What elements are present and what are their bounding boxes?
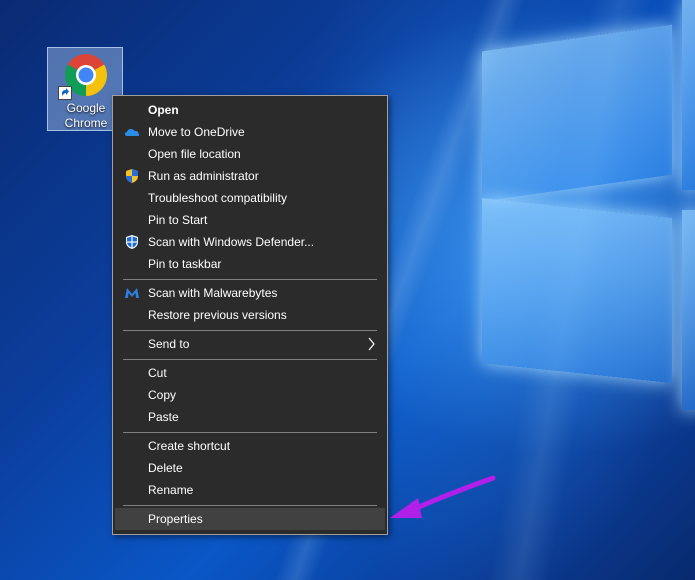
annotation-arrow-icon [390, 475, 496, 518]
menu-item-open[interactable]: Open [115, 99, 385, 121]
menu-item-label: Properties [148, 512, 203, 526]
uac-shield-icon [126, 169, 138, 183]
menu-item-move-to-onedrive[interactable]: Move to OneDrive [115, 121, 385, 143]
menu-item-label: Delete [148, 461, 183, 475]
window-pane [682, 0, 695, 190]
menu-item-properties[interactable]: Properties [115, 508, 385, 530]
onedrive-cloud-icon [125, 129, 140, 136]
menu-item-copy[interactable]: Copy [115, 384, 385, 406]
menu-item-label: Rename [148, 483, 194, 497]
menu-item-label: Cut [148, 366, 167, 380]
menu-item-cut[interactable]: Cut [115, 362, 385, 384]
menu-separator [123, 359, 377, 360]
menu-item-label: Scan with Windows Defender... [148, 235, 315, 249]
menu-item-label: Create shortcut [148, 439, 231, 453]
menu-item-label: Move to OneDrive [148, 125, 245, 139]
menu-item-open-file-location[interactable]: Open file location [115, 143, 385, 165]
menu-item-label: Open file location [148, 147, 241, 161]
menu-separator [123, 432, 377, 433]
menu-item-label: Run as administrator [148, 169, 259, 183]
desktop-background: Google Chrome Open Move to OneDrive Open… [0, 0, 695, 580]
menu-item-label: Pin to Start [148, 213, 208, 227]
menu-item-scan-windows-defender[interactable]: Scan with Windows Defender... [115, 231, 385, 253]
chevron-right-icon [368, 337, 375, 351]
menu-separator [123, 505, 377, 506]
menu-item-send-to[interactable]: Send to [115, 333, 385, 355]
window-pane [482, 198, 672, 383]
menu-item-label: Open [148, 103, 179, 117]
menu-item-scan-malwarebytes[interactable]: Scan with Malwarebytes [115, 282, 385, 304]
menu-item-restore-previous-versions[interactable]: Restore previous versions [115, 304, 385, 326]
menu-separator [123, 330, 377, 331]
menu-item-pin-to-start[interactable]: Pin to Start [115, 209, 385, 231]
menu-item-label: Copy [148, 388, 177, 402]
window-pane [682, 210, 695, 410]
menu-item-label: Scan with Malwarebytes [148, 286, 278, 300]
menu-item-paste[interactable]: Paste [115, 406, 385, 428]
menu-item-troubleshoot-compatibility[interactable]: Troubleshoot compatibility [115, 187, 385, 209]
menu-item-label: Pin to taskbar [148, 257, 222, 271]
menu-separator [123, 279, 377, 280]
menu-item-label: Send to [148, 337, 190, 351]
menu-item-label: Paste [148, 410, 179, 424]
malwarebytes-icon [125, 288, 139, 298]
window-pane [482, 24, 672, 202]
shortcut-arrow-icon [58, 86, 72, 100]
menu-item-rename[interactable]: Rename [115, 479, 385, 501]
defender-shield-icon [126, 235, 138, 249]
menu-item-pin-to-taskbar[interactable]: Pin to taskbar [115, 253, 385, 275]
menu-item-run-as-administrator[interactable]: Run as administrator [115, 165, 385, 187]
menu-item-label: Restore previous versions [148, 308, 287, 322]
menu-item-create-shortcut[interactable]: Create shortcut [115, 435, 385, 457]
context-menu: Open Move to OneDrive Open file location… [112, 95, 388, 535]
menu-item-label: Troubleshoot compatibility [148, 191, 287, 205]
menu-item-delete[interactable]: Delete [115, 457, 385, 479]
